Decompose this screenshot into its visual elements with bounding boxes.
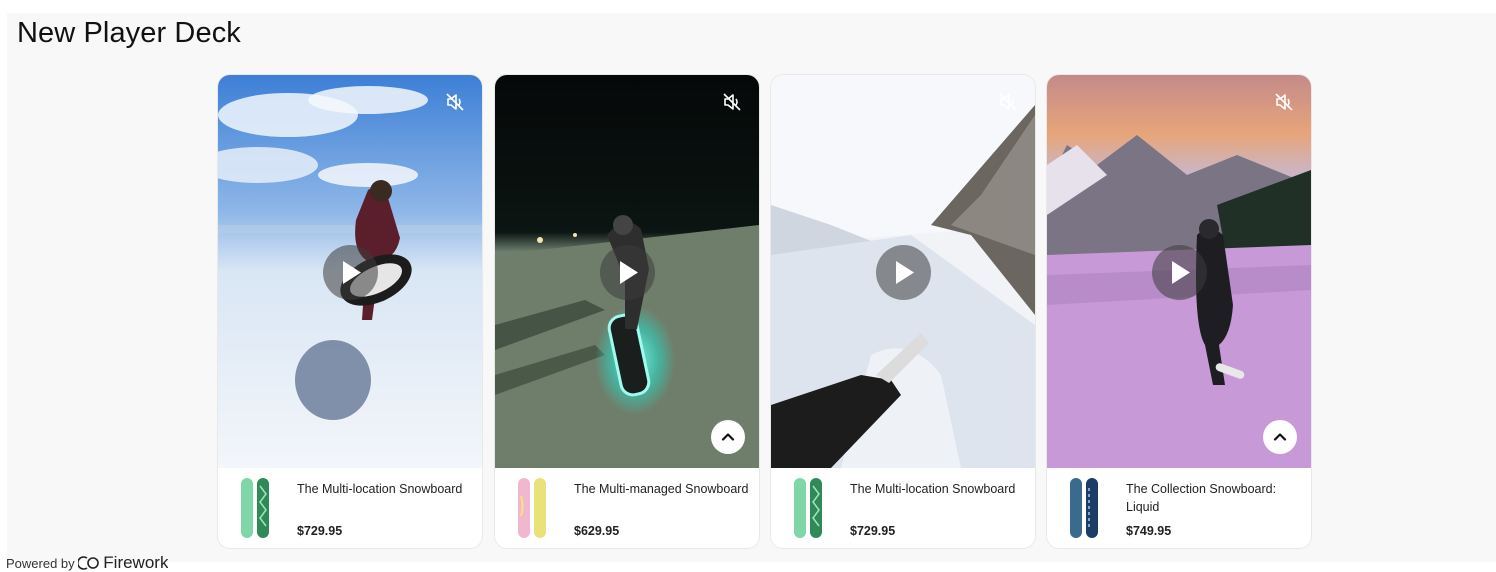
muted-speaker-icon[interactable] [722, 92, 742, 112]
board-left [518, 478, 530, 538]
product-price: $729.95 [297, 524, 343, 538]
video-preview[interactable] [1047, 75, 1311, 468]
board-left [241, 478, 253, 538]
page: New Player Deck The Multi-location Snowb… [0, 0, 1496, 572]
powered-by-label: Powered by [6, 556, 75, 571]
play-icon [1172, 261, 1190, 284]
board-right [534, 478, 546, 538]
video-card[interactable]: The Multi-location Snowboard $729.95 [218, 75, 482, 548]
play-button[interactable] [1152, 245, 1207, 300]
product-card[interactable]: The Collection Snowboard: Liquid $749.95 [1047, 468, 1311, 548]
product-card[interactable]: The Multi-location Snowboard $729.95 [771, 468, 1035, 548]
snowboard-thumbnail [241, 478, 269, 538]
product-name[interactable]: The Multi-location Snowboard [297, 480, 477, 498]
product-card[interactable]: The Multi-location Snowboard $729.95 [218, 468, 482, 548]
video-preview[interactable] [771, 75, 1035, 468]
play-icon [343, 261, 361, 284]
board-right [257, 478, 269, 538]
product-price: $629.95 [574, 524, 620, 538]
expand-button[interactable] [1263, 420, 1297, 454]
board-left [794, 478, 806, 538]
video-card[interactable]: The Collection Snowboard: Liquid $749.95 [1047, 75, 1311, 548]
product-card[interactable]: The Multi-managed Snowboard $629.95 [495, 468, 759, 548]
video-preview[interactable] [218, 75, 482, 468]
play-button[interactable] [323, 245, 378, 300]
muted-speaker-icon[interactable] [998, 92, 1018, 112]
play-icon [896, 261, 914, 284]
board-right [810, 478, 822, 538]
board-left [1070, 478, 1082, 538]
muted-speaker-icon[interactable] [445, 92, 465, 112]
play-button[interactable] [876, 245, 931, 300]
product-price: $749.95 [1126, 524, 1172, 538]
powered-by-footer[interactable]: Powered by Firework [6, 553, 168, 572]
page-title: New Player Deck [17, 17, 241, 49]
expand-button[interactable] [711, 420, 745, 454]
play-icon [620, 261, 638, 284]
product-name[interactable]: The Multi-location Snowboard [850, 480, 1030, 498]
play-button[interactable] [600, 245, 655, 300]
product-name[interactable]: The Multi-managed Snowboard [574, 480, 754, 498]
muted-speaker-icon[interactable] [1274, 92, 1294, 112]
video-card[interactable]: The Multi-location Snowboard $729.95 [771, 75, 1035, 548]
video-preview[interactable] [495, 75, 759, 468]
firework-brand: Firework [103, 553, 169, 572]
video-card[interactable]: The Multi-managed Snowboard $629.95 [495, 75, 759, 548]
video-deck: The Multi-location Snowboard $729.95 The… [218, 75, 1311, 549]
snowboard-thumbnail [794, 478, 822, 538]
product-name[interactable]: The Collection Snowboard: Liquid [1126, 480, 1306, 516]
snowboard-thumbnail [518, 478, 546, 538]
firework-logo-icon [78, 556, 100, 570]
snowboard-thumbnail [1070, 478, 1098, 538]
product-price: $729.95 [850, 524, 896, 538]
chevron-up-icon [721, 433, 735, 441]
board-right [1086, 478, 1098, 538]
chevron-up-icon [1273, 433, 1287, 441]
